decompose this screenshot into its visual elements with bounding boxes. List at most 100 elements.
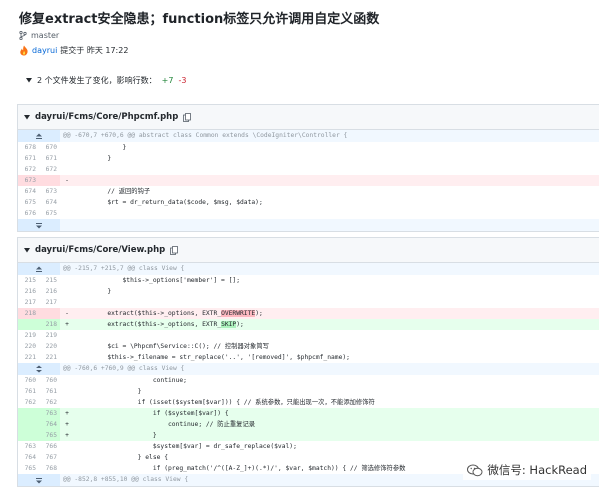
new-line-number[interactable]: 674: [39, 197, 60, 208]
hunk-expand-row: [18, 219, 599, 231]
old-line-number[interactable]: 220: [18, 341, 39, 352]
old-line-number[interactable]: 673: [18, 175, 39, 186]
author-name[interactable]: dayrui: [32, 46, 57, 55]
old-line-number[interactable]: 215: [18, 275, 39, 286]
old-line-number[interactable]: 764: [18, 452, 39, 463]
old-line-number[interactable]: 671: [18, 153, 39, 164]
diff-line-context: 220 220 $ci = \Phpcmf\Service::C(); // 控制…: [18, 341, 599, 352]
old-line-number[interactable]: 675: [18, 197, 39, 208]
old-line-number[interactable]: 761: [18, 386, 39, 397]
caret-down-icon[interactable]: [26, 78, 32, 83]
old-line-number[interactable]: 218: [18, 308, 39, 319]
watermark-text: 微信号: HackRead: [487, 463, 587, 477]
diff-sign: [60, 441, 74, 452]
new-line-number[interactable]: 221: [39, 352, 60, 363]
old-line-number[interactable]: 221: [18, 352, 39, 363]
diff-sign: [60, 297, 74, 308]
code-text: $system[$var] = dr_safe_replace($val);: [77, 443, 297, 450]
diff-sign: [60, 386, 74, 397]
hunk-header-row: @@ -215,7 +215,7 @@ class View {: [18, 263, 599, 275]
diff-sign: [60, 352, 74, 363]
new-line-number[interactable]: 215: [39, 275, 60, 286]
diff-line-context: 675 674 $rt = dr_return_data($code, $msg,…: [18, 197, 599, 208]
expand-down-icon[interactable]: [18, 474, 60, 486]
caret-down-icon[interactable]: [24, 247, 30, 253]
wechat-watermark: 微信号: HackRead: [463, 460, 591, 480]
new-line-number[interactable]: 671: [39, 153, 60, 164]
diff-line-context: 678 670 }: [18, 142, 599, 153]
diff-sign: [60, 186, 74, 197]
deletions-count: -3: [178, 76, 187, 85]
new-line-number[interactable]: [39, 175, 60, 186]
old-line-number[interactable]: 762: [18, 397, 39, 408]
new-line-number[interactable]: 762: [39, 397, 60, 408]
old-line-number[interactable]: [18, 430, 39, 441]
diff-sign: [60, 153, 74, 164]
old-line-number[interactable]: 217: [18, 297, 39, 308]
changed-word-highlight: SKIP: [221, 321, 237, 328]
copy-icon[interactable]: [183, 112, 192, 122]
code-text: }: [77, 155, 112, 162]
new-line-number[interactable]: 219: [39, 330, 60, 341]
old-line-number[interactable]: 678: [18, 142, 39, 153]
code-text: }: [77, 388, 142, 395]
old-line-number[interactable]: 216: [18, 286, 39, 297]
old-line-number[interactable]: 763: [18, 441, 39, 452]
old-line-number[interactable]: 765: [18, 463, 39, 474]
copy-icon[interactable]: [170, 245, 179, 255]
old-line-number[interactable]: 672: [18, 164, 39, 175]
branch-link[interactable]: master: [19, 31, 59, 40]
new-line-number[interactable]: 216: [39, 286, 60, 297]
new-line-number[interactable]: 673: [39, 186, 60, 197]
new-line-number[interactable]: [39, 308, 60, 319]
hunk-header-row: @@ -670,7 +670,6 @@ abstract class Commo…: [18, 130, 599, 142]
old-line-number[interactable]: 674: [18, 186, 39, 197]
old-line-number[interactable]: 676: [18, 208, 39, 219]
new-line-number[interactable]: 761: [39, 386, 60, 397]
expand-both-icon[interactable]: [18, 363, 60, 375]
diff-sign: [60, 208, 74, 219]
new-line-number[interactable]: 763: [39, 408, 60, 419]
old-line-number[interactable]: [18, 419, 39, 430]
file-header[interactable]: dayrui/Fcms/Core/Phpcmf.php: [18, 105, 599, 130]
old-line-number[interactable]: [18, 408, 39, 419]
new-line-number[interactable]: 764: [39, 419, 60, 430]
new-line-number[interactable]: 672: [39, 164, 60, 175]
file-path[interactable]: dayrui/Fcms/Core/View.php: [35, 245, 165, 255]
diff-sign: [60, 463, 74, 474]
expand-up-icon[interactable]: [18, 263, 60, 275]
hunk-header-text: @@ -670,7 +670,6 @@ abstract class Commo…: [63, 132, 348, 139]
new-line-number[interactable]: 767: [39, 452, 60, 463]
new-line-number[interactable]: 217: [39, 297, 60, 308]
diff-sign: -: [65, 177, 69, 184]
flame-avatar-icon[interactable]: [19, 45, 29, 56]
new-line-number[interactable]: 218: [39, 319, 60, 330]
file-header[interactable]: dayrui/Fcms/Core/View.php: [18, 238, 599, 263]
diff-line-context: 760 760 continue;: [18, 375, 599, 386]
hunk-header-row: @@ -760,6 +760,9 @@ class View {: [18, 363, 599, 375]
expand-up-icon[interactable]: [18, 130, 60, 142]
new-line-number[interactable]: 670: [39, 142, 60, 153]
diff-line-removed: 673 -: [18, 175, 599, 186]
diff-sign: [60, 375, 74, 386]
old-line-number[interactable]: [18, 319, 39, 330]
new-line-number[interactable]: 768: [39, 463, 60, 474]
diff-sign: +: [65, 432, 69, 439]
hunk-header-text: @@ -215,7 +215,7 @@ class View {: [63, 265, 185, 272]
code-text: $rt = dr_return_data($code, $msg, $data)…: [77, 199, 263, 206]
new-line-number[interactable]: 675: [39, 208, 60, 219]
new-line-number[interactable]: 766: [39, 441, 60, 452]
new-line-number[interactable]: 220: [39, 341, 60, 352]
old-line-number[interactable]: 760: [18, 375, 39, 386]
diff-sign: [60, 197, 74, 208]
code-text: extract($this->_options, EXTR_SKIP);: [74, 319, 599, 330]
file-path[interactable]: dayrui/Fcms/Core/Phpcmf.php: [35, 112, 178, 122]
old-line-number[interactable]: 219: [18, 330, 39, 341]
expand-down-icon[interactable]: [18, 219, 60, 231]
new-line-number[interactable]: 760: [39, 375, 60, 386]
new-line-number[interactable]: 765: [39, 430, 60, 441]
diff-summary[interactable]: 2 个文件发生了变化，影响行数： +7 -3: [26, 75, 186, 86]
diff-line-context: 763 766 $system[$var] = dr_safe_replace($…: [18, 441, 599, 452]
hunk-expand-filler: [60, 219, 599, 231]
caret-down-icon[interactable]: [24, 114, 30, 120]
